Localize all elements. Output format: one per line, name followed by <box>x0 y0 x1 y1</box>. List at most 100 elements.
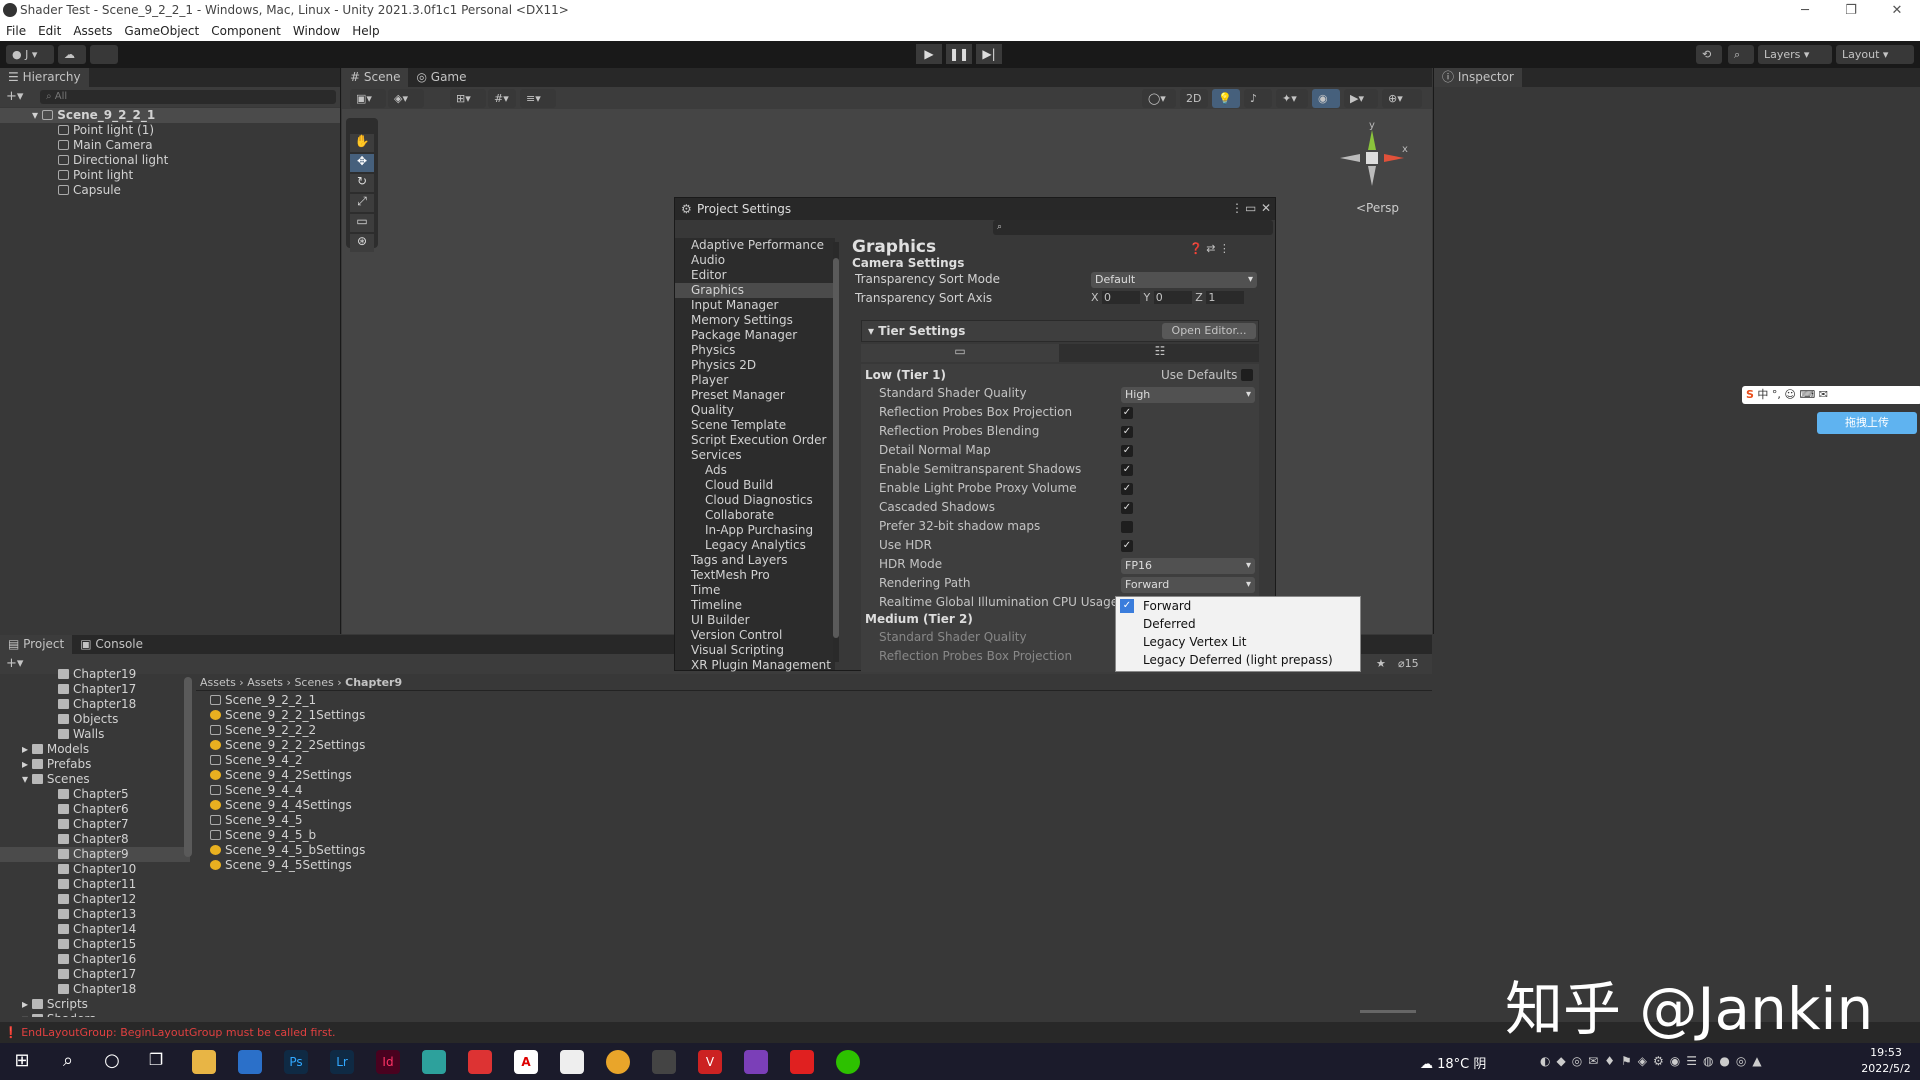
tier-setting-select[interactable]: FP16 <box>1121 558 1255 574</box>
help-icon[interactable]: ❓ ⇄ ⋮ <box>1189 242 1230 255</box>
settings-nav-item[interactable]: Player <box>675 373 835 388</box>
history-icon[interactable]: ⟲ <box>1696 45 1722 64</box>
folder-item[interactable]: Chapter19 <box>0 667 190 682</box>
collab-button[interactable] <box>90 45 118 64</box>
file-item[interactable]: Scene_9_2_2_2 <box>210 723 610 738</box>
file-explorer-icon[interactable] <box>192 1050 216 1074</box>
menu-window[interactable]: Window <box>293 22 340 41</box>
toggle-2d-button[interactable]: 2D <box>1180 89 1208 108</box>
folder-item[interactable]: ▸ Scripts <box>0 997 190 1012</box>
settings-nav-item[interactable]: Version Control <box>675 628 835 643</box>
transparency-sort-mode-select[interactable]: Default <box>1091 272 1257 288</box>
axis-y-input[interactable]: 0 <box>1153 291 1192 304</box>
tier-setting-checkbox[interactable]: ✓ <box>1121 502 1133 514</box>
vivaldi-icon[interactable]: V <box>698 1050 722 1074</box>
orientation-gizmo[interactable]: y x <box>1332 118 1412 198</box>
settings-nav-item[interactable]: Physics <box>675 343 835 358</box>
folder-item[interactable]: Chapter9 <box>0 847 190 862</box>
settings-nav-item[interactable]: Adaptive Performance <box>675 238 835 253</box>
file-item[interactable]: Scene_9_4_5_b <box>210 828 610 843</box>
folder-item[interactable]: Chapter18 <box>0 697 190 712</box>
tier-setting-select[interactable]: Forward <box>1121 577 1255 593</box>
draw-mode-button[interactable]: ▣▾ <box>350 89 386 108</box>
folder-item[interactable]: Chapter8 <box>0 832 190 847</box>
settings-nav-item[interactable]: Timeline <box>675 598 835 613</box>
favorite-icon[interactable]: ★ <box>1376 657 1386 670</box>
wechat-icon[interactable] <box>836 1050 860 1074</box>
folder-item[interactable]: ▾ Scenes <box>0 772 190 787</box>
file-item[interactable]: Scene_9_2_2_2Settings <box>210 738 610 753</box>
tier-setting-checkbox[interactable] <box>1121 521 1133 533</box>
settings-nav-item[interactable]: UI Builder <box>675 613 835 628</box>
axis-x-input[interactable]: 0 <box>1102 291 1141 304</box>
expand-arrow-icon[interactable]: ▾ <box>22 772 32 786</box>
settings-nav-item[interactable]: Memory Settings <box>675 313 835 328</box>
chrome-icon[interactable] <box>606 1050 630 1074</box>
settings-nav-item[interactable]: Physics 2D <box>675 358 835 373</box>
gizmo-y-axis[interactable] <box>1368 130 1376 150</box>
expand-arrow-icon[interactable]: ▾ <box>22 1012 32 1017</box>
file-item[interactable]: Scene_9_4_5 <box>210 813 610 828</box>
snap-button[interactable]: ⊞▾ <box>450 89 486 108</box>
camera-icon[interactable]: ▶▾ <box>1344 89 1378 108</box>
app-red-icon[interactable] <box>468 1050 492 1074</box>
account-button[interactable]: ● J ▾ <box>6 45 54 64</box>
hierarchy-search-input[interactable]: ⌕ All <box>40 90 336 104</box>
close-icon[interactable]: ✕ <box>1261 201 1271 215</box>
tier-settings-header[interactable]: ▾ Tier Settings Open Editor... <box>861 320 1259 342</box>
option-deferred[interactable]: Deferred <box>1116 615 1360 633</box>
cloud-icon[interactable]: ☁ <box>58 45 86 64</box>
grid-tab-icon[interactable]: ☷ <box>1061 344 1259 362</box>
lightroom-icon[interactable]: Lr <box>330 1050 354 1074</box>
folder-item[interactable]: Chapter17 <box>0 967 190 982</box>
menu-file[interactable]: File <box>6 22 26 41</box>
pause-button[interactable]: ❚❚ <box>946 44 972 64</box>
option-legacy-vertex-lit[interactable]: Legacy Vertex Lit <box>1116 633 1360 651</box>
list-item[interactable]: Point light <box>0 168 340 183</box>
folder-item[interactable]: ▸ Models <box>0 742 190 757</box>
settings-nav-item[interactable]: In-App Purchasing <box>675 523 835 538</box>
folder-item[interactable]: Chapter6 <box>0 802 190 817</box>
clock[interactable]: 19:53 2022/5/2 <box>1856 1045 1916 1077</box>
folder-scrollbar[interactable] <box>184 677 192 857</box>
tab-console[interactable]: ▣ Console <box>72 635 152 654</box>
layout-dropdown[interactable]: Layout ▾ <box>1836 45 1914 64</box>
settings-nav-item[interactable]: TextMesh Pro <box>675 568 835 583</box>
list-item[interactable]: Point light (1) <box>0 123 340 138</box>
increment-button[interactable]: ≡▾ <box>520 89 556 108</box>
shading-button[interactable]: ◈▾ <box>388 89 424 108</box>
tab-hierarchy[interactable]: ☰ Hierarchy <box>0 68 89 87</box>
tray-icons[interactable]: ◐◆◎✉♦⚑◈⚙◉☰◍●◎▲ <box>1540 1054 1840 1070</box>
settings-nav-item[interactable]: Cloud Diagnostics <box>675 493 835 508</box>
option-forward[interactable]: ✓ Forward <box>1116 597 1360 615</box>
rect-tool-icon[interactable]: ▭ <box>350 214 374 232</box>
gizmo-x-axis[interactable] <box>1384 154 1404 162</box>
tab-project[interactable]: ▤ Project <box>0 635 73 654</box>
list-item[interactable]: Directional light <box>0 153 340 168</box>
settings-nav-item[interactable]: Legacy Analytics <box>675 538 835 553</box>
visual-studio-icon[interactable] <box>744 1050 768 1074</box>
tab-game[interactable]: ◎ Game <box>408 68 475 87</box>
upload-button[interactable]: 拖拽上传 <box>1817 412 1917 434</box>
hidden-count-badge[interactable]: ⌀15 <box>1398 657 1419 670</box>
grid-button[interactable]: #▾ <box>488 89 516 108</box>
folder-item[interactable]: Chapter10 <box>0 862 190 877</box>
list-item[interactable]: Main Camera <box>0 138 340 153</box>
youdao-icon[interactable] <box>790 1050 814 1074</box>
scene-root[interactable]: ▾ Scene_9_2_2_1 <box>0 108 340 123</box>
settings-nav-item[interactable]: Audio <box>675 253 835 268</box>
menu-component[interactable]: Component <box>211 22 281 41</box>
persp-label[interactable]: <Persp <box>1356 201 1399 215</box>
scale-tool-icon[interactable]: ⤢ <box>350 194 374 212</box>
breadcrumb-item[interactable]: Scenes <box>294 676 333 689</box>
breadcrumb-item[interactable]: Chapter9 <box>345 676 402 689</box>
tier-setting-checkbox[interactable]: ✓ <box>1121 407 1133 419</box>
cortana-icon[interactable]: ○ <box>100 1050 124 1074</box>
tab-inspector[interactable]: ⓘ Inspector <box>1434 68 1522 87</box>
settings-nav-item[interactable]: Package Manager <box>675 328 835 343</box>
zoom-slider[interactable] <box>1360 1010 1416 1013</box>
folder-item[interactable]: Chapter12 <box>0 892 190 907</box>
settings-nav-item[interactable]: Ads <box>675 463 835 478</box>
folder-item[interactable]: Objects <box>0 712 190 727</box>
folder-item[interactable]: ▾ Shaders <box>0 1012 190 1017</box>
